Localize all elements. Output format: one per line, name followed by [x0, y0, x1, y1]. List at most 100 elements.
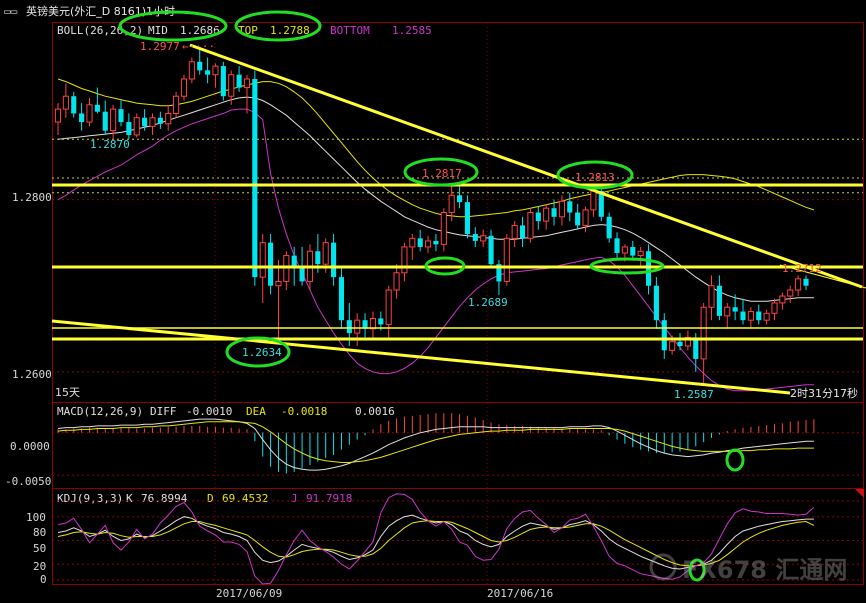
- y-tick-kdj-20: 20: [33, 560, 46, 573]
- candle-body-down: [94, 104, 100, 112]
- candle-body-up: [385, 289, 392, 325]
- candle-body-up: [62, 95, 69, 110]
- candle-body-down: [197, 61, 203, 71]
- y-tick-kdj-50: 50: [33, 542, 46, 555]
- candle-body-up: [503, 237, 510, 282]
- candle-body-down: [488, 235, 494, 265]
- candle-body-down: [346, 320, 352, 334]
- candle-body-up: [527, 212, 534, 239]
- macd-dea-value: -0.0018: [281, 405, 327, 418]
- candle-body-up: [188, 61, 195, 80]
- candle-body-down: [567, 201, 573, 213]
- candle-body-up: [440, 212, 447, 245]
- y-tick-kdj-100: 100: [26, 511, 46, 524]
- title-bar: ▭▭ 英镑美元(外汇_D 8161)1小时: [4, 4, 175, 18]
- candle-body-down: [756, 311, 762, 321]
- candle-body-up: [401, 246, 408, 274]
- candle-body-down: [653, 285, 659, 321]
- kdj-d-name: D: [207, 492, 214, 505]
- y-tick-kdj-0: 0: [40, 573, 47, 586]
- candle-body-up: [110, 108, 117, 132]
- candle-body-up: [787, 289, 794, 297]
- title-bar-glyph[interactable]: ▭▭: [4, 5, 18, 18]
- candle-body-down: [716, 285, 722, 316]
- annotation-1-2712: 1.2712: [782, 262, 822, 275]
- candle-body-down: [551, 208, 557, 217]
- candle-body-down: [79, 113, 85, 123]
- candle-body-down: [220, 66, 226, 97]
- candle-body-up: [86, 104, 93, 123]
- kdj-title: KDJ(9,3,3): [57, 492, 123, 505]
- window-title: 英镑美元(外汇_D 8161)1小时: [26, 4, 175, 18]
- countdown-timer: 2时31分17秒: [790, 386, 858, 400]
- candle-body-up: [582, 209, 589, 226]
- candle-body-down: [575, 212, 581, 226]
- candle-body-up: [558, 200, 565, 218]
- y-tick-kdj-80: 80: [33, 526, 46, 539]
- candle-body-up: [708, 285, 715, 308]
- candle-body-up: [621, 246, 628, 254]
- annotation-1-2689: 1.2689: [468, 296, 508, 309]
- candle-body-down: [472, 234, 478, 241]
- forex-chart: ▭▭ 英镑美元(外汇_D 8161)1小时 BOLL(26,26,2) MID …: [0, 0, 866, 603]
- candle-body-up: [354, 319, 361, 334]
- annotation-1-2813: 1.2813: [575, 171, 615, 184]
- y-tick-macd-neg: -0.0050: [5, 475, 51, 488]
- candle-body-down: [252, 78, 258, 278]
- period-label: 15天: [55, 386, 80, 399]
- candle-body-up: [590, 190, 597, 211]
- candle-body-down: [118, 109, 124, 123]
- candle-body-down: [102, 111, 108, 131]
- candle-body-up: [700, 306, 707, 360]
- candle-body-down: [606, 216, 612, 239]
- candle-body-down: [614, 238, 620, 253]
- candle-body-down: [630, 246, 636, 256]
- candle-body-down: [315, 251, 321, 265]
- candle-body-up: [724, 306, 731, 317]
- candle-body-down: [338, 277, 345, 321]
- kdj-k-value: 76.8994: [141, 492, 188, 505]
- boll-bottom-value: 1.2585: [392, 24, 432, 37]
- candle-body-down: [803, 278, 809, 286]
- macd-dea-name: DEA: [246, 405, 266, 418]
- candle-body-down: [268, 242, 274, 286]
- candle-body-up: [747, 311, 754, 321]
- boll-top-value: 1.2788: [270, 24, 310, 37]
- candle-body-up: [212, 65, 219, 76]
- candle-body-down: [456, 195, 463, 203]
- y-tick-1-2800: 1.2800: [12, 191, 52, 204]
- candle-body-down: [464, 202, 470, 235]
- candle-body-down: [71, 96, 77, 114]
- candle-body-up: [543, 207, 550, 222]
- candle-body-down: [378, 318, 384, 325]
- macd-diff-value: -0.0010: [186, 405, 232, 418]
- candle-body-up: [173, 95, 180, 114]
- candle-body-down: [157, 117, 163, 124]
- annotation-1-2587: 1.2587: [674, 388, 714, 401]
- candle-body-up: [480, 235, 487, 242]
- macd-hist-value: 0.0016: [355, 405, 395, 418]
- macd-diff-name: DIFF: [150, 405, 177, 418]
- candle-body-down: [693, 337, 699, 359]
- candle-body-up: [228, 74, 235, 97]
- x-tick-date-1: 2017/06/09: [216, 587, 282, 600]
- candle-body-up: [165, 112, 172, 125]
- y-tick-1-2600: 1.2600: [12, 368, 52, 381]
- candle-body-up: [243, 78, 251, 89]
- candle-body-down: [142, 117, 148, 127]
- candle-body-up: [180, 78, 188, 97]
- candle-body-down: [236, 74, 242, 88]
- candle-body-up: [637, 250, 644, 257]
- kdj-k-name: K: [126, 492, 133, 505]
- candle-body-up: [425, 240, 432, 248]
- candle-body-up: [275, 280, 282, 287]
- boll-bottom-name: BOTTOM: [330, 24, 370, 37]
- annotation-high: 1.2977: [140, 40, 180, 53]
- kdj-j-name: J: [291, 492, 298, 505]
- candle-body-up: [669, 341, 676, 351]
- candle-body-up: [133, 117, 140, 136]
- candle-body-up: [259, 242, 266, 278]
- candle-body-down: [417, 238, 423, 247]
- candle-body-up: [409, 237, 416, 248]
- y-tick-macd-zero: 0.0000: [10, 440, 50, 453]
